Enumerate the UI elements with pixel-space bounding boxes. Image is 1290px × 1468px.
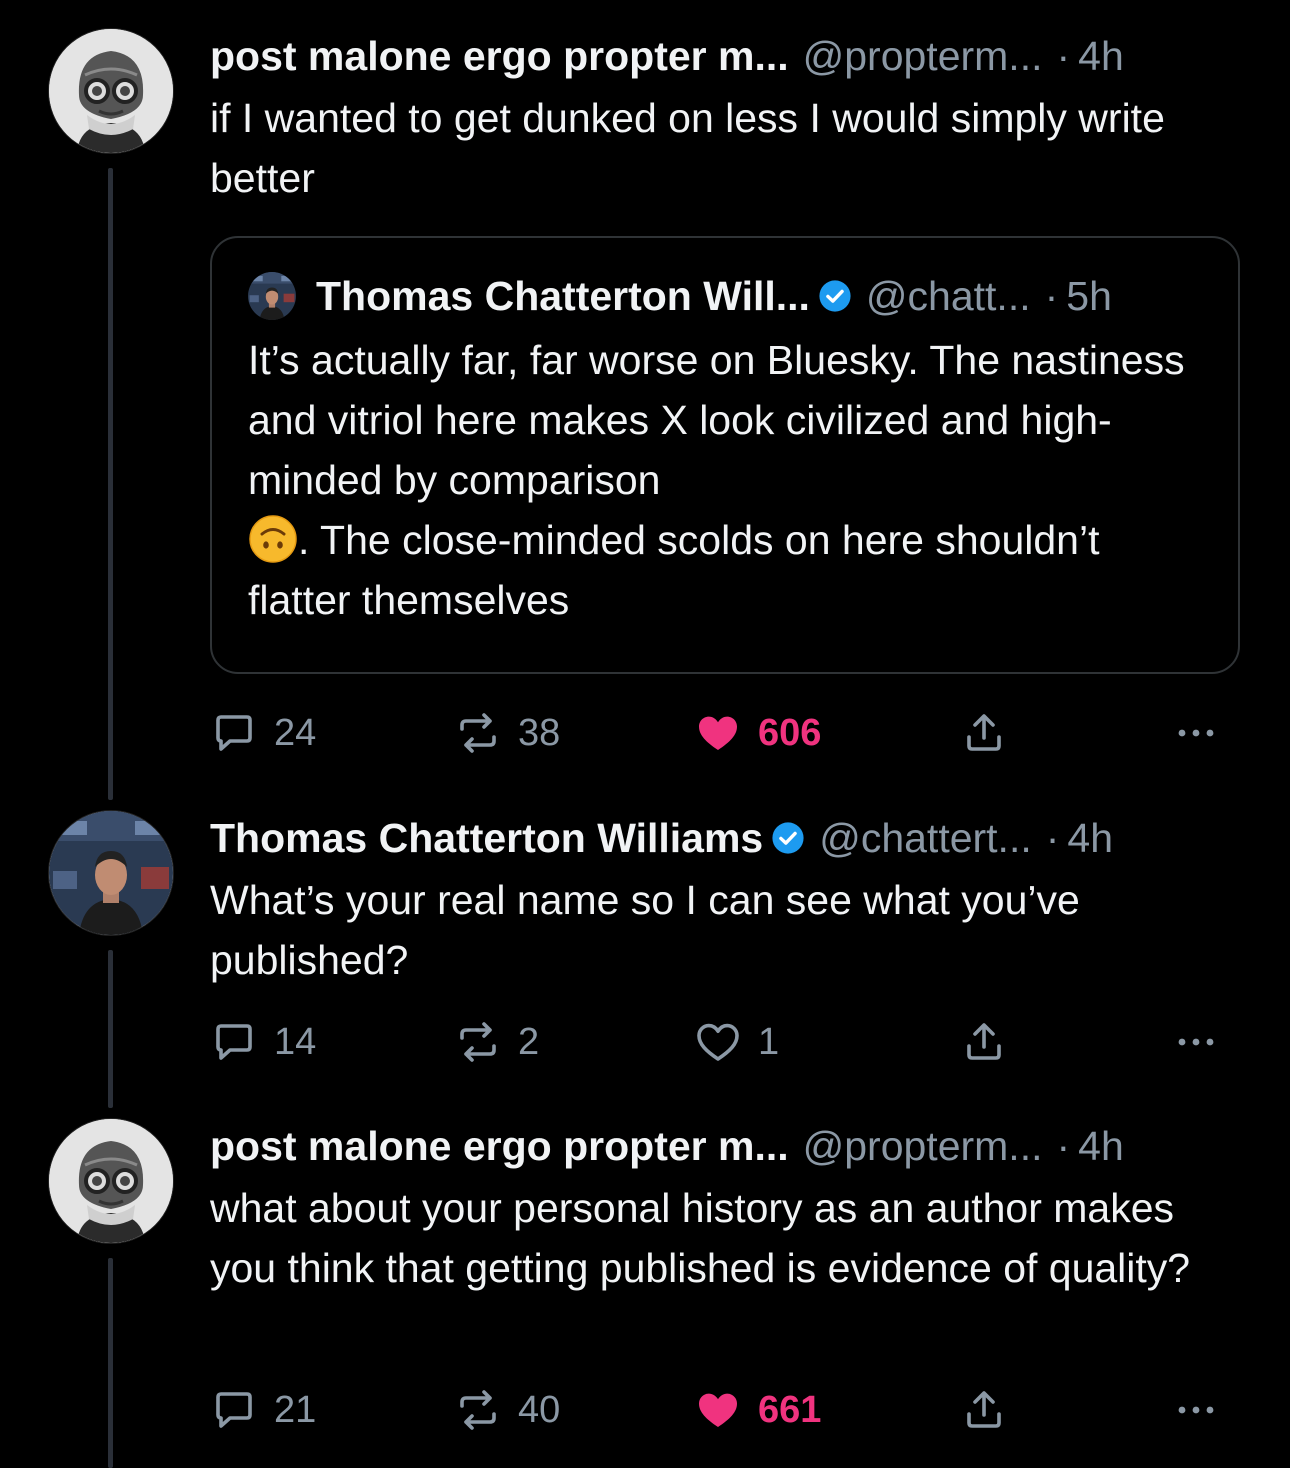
like-count: 661 [758, 1388, 822, 1431]
masked-helmet-avatar-icon [49, 29, 173, 153]
thread-line [108, 168, 113, 800]
heart-icon [694, 1018, 742, 1066]
quote-timestamp: 5h [1066, 273, 1112, 319]
reply-button[interactable]: 14 [210, 1012, 316, 1072]
thread: post malone ergo propter m... @propterm.… [0, 0, 1290, 1468]
repost-count: 40 [518, 1388, 561, 1431]
reply-count: 21 [274, 1388, 317, 1431]
thread-line [108, 950, 113, 1108]
verified-badge-icon [771, 821, 805, 855]
like-button[interactable]: 1 [694, 1012, 779, 1072]
reply-button[interactable]: 24 [210, 703, 316, 763]
post-header: Thomas Chatterton Williams @chattert... … [210, 810, 1242, 866]
separator: · [1056, 33, 1071, 79]
display-name[interactable]: post malone ergo propter m... [210, 1118, 789, 1174]
tv-studio-avatar-icon [49, 811, 173, 935]
like-count: 1 [758, 1020, 780, 1063]
action-bar: 21 40 661 [210, 1380, 1240, 1440]
reply-icon [210, 709, 258, 757]
share-button[interactable] [960, 703, 1024, 763]
heart-filled-icon [694, 709, 742, 757]
quote-avatar [248, 272, 296, 320]
post-text: What’s your real name so I can see what … [210, 877, 1080, 983]
handle[interactable]: @propterm... [803, 28, 1043, 84]
share-icon [960, 1386, 1008, 1434]
quote-handle: @chatt... [865, 273, 1031, 319]
post-text: what about your personal history as an a… [210, 1185, 1191, 1291]
more-icon [1172, 1018, 1220, 1066]
display-name[interactable]: Thomas Chatterton Williams [210, 810, 763, 866]
repost-button[interactable]: 40 [454, 1380, 560, 1440]
more-button[interactable] [1172, 1012, 1220, 1072]
action-bar: 14 2 1 [210, 1012, 1240, 1072]
handle[interactable]: @propterm... [803, 1118, 1043, 1174]
post-header: post malone ergo propter m... @propterm.… [210, 28, 1242, 84]
separator: · [1045, 815, 1060, 861]
share-icon [960, 709, 1008, 757]
share-icon [960, 1018, 1008, 1066]
quoted-post[interactable]: Thomas Chatterton Will... @chatt... · 5h… [210, 236, 1240, 674]
timestamp[interactable]: 4h [1078, 28, 1124, 84]
timestamp[interactable]: 4h [1067, 810, 1113, 866]
like-count: 606 [758, 711, 822, 754]
tv-studio-avatar-icon [248, 272, 296, 320]
repost-icon [454, 1386, 502, 1434]
quote-header: Thomas Chatterton Will... @chatt... · 5h [248, 268, 1202, 324]
share-button[interactable] [960, 1380, 1024, 1440]
timestamp[interactable]: 4h [1078, 1118, 1124, 1174]
action-bar: 24 38 606 [210, 703, 1240, 763]
post-text: if I wanted to get dunked on less I woul… [210, 95, 1165, 201]
reply-icon [210, 1018, 258, 1066]
avatar[interactable] [48, 28, 174, 154]
more-button[interactable] [1172, 1380, 1220, 1440]
more-icon [1172, 1386, 1220, 1434]
display-name[interactable]: post malone ergo propter m... [210, 28, 789, 84]
post-header: post malone ergo propter m... @propterm.… [210, 1118, 1242, 1174]
share-button[interactable] [960, 1012, 1024, 1072]
reply-icon [210, 1386, 258, 1434]
separator: · [1056, 1123, 1071, 1169]
more-button[interactable] [1172, 703, 1220, 763]
masked-helmet-avatar-icon [49, 1119, 173, 1243]
more-icon [1172, 709, 1220, 757]
upside-down-face-emoji-icon [248, 514, 298, 564]
repost-button[interactable]: 38 [454, 703, 560, 763]
separator: · [1044, 273, 1059, 319]
reply-count: 24 [274, 711, 317, 754]
thread-line [108, 1258, 113, 1468]
quote-display-name: Thomas Chatterton Will... [316, 273, 810, 319]
quote-text-part: . The close-minded scolds on here should… [248, 517, 1100, 623]
repost-count: 2 [518, 1020, 540, 1063]
repost-count: 38 [518, 711, 561, 754]
avatar[interactable] [48, 810, 174, 936]
repost-button[interactable]: 2 [454, 1012, 539, 1072]
handle[interactable]: @chattert... [819, 810, 1032, 866]
like-button[interactable]: 661 [694, 1380, 821, 1440]
heart-filled-icon [694, 1386, 742, 1434]
repost-icon [454, 1018, 502, 1066]
reply-button[interactable]: 21 [210, 1380, 316, 1440]
repost-icon [454, 709, 502, 757]
reply-count: 14 [274, 1020, 317, 1063]
avatar[interactable] [48, 1118, 174, 1244]
quote-text: It’s actually far, far worse on Bluesky.… [248, 330, 1202, 630]
quote-text-part: It’s actually far, far worse on Bluesky.… [248, 337, 1185, 503]
like-button[interactable]: 606 [694, 703, 821, 763]
verified-badge-icon [818, 279, 852, 313]
